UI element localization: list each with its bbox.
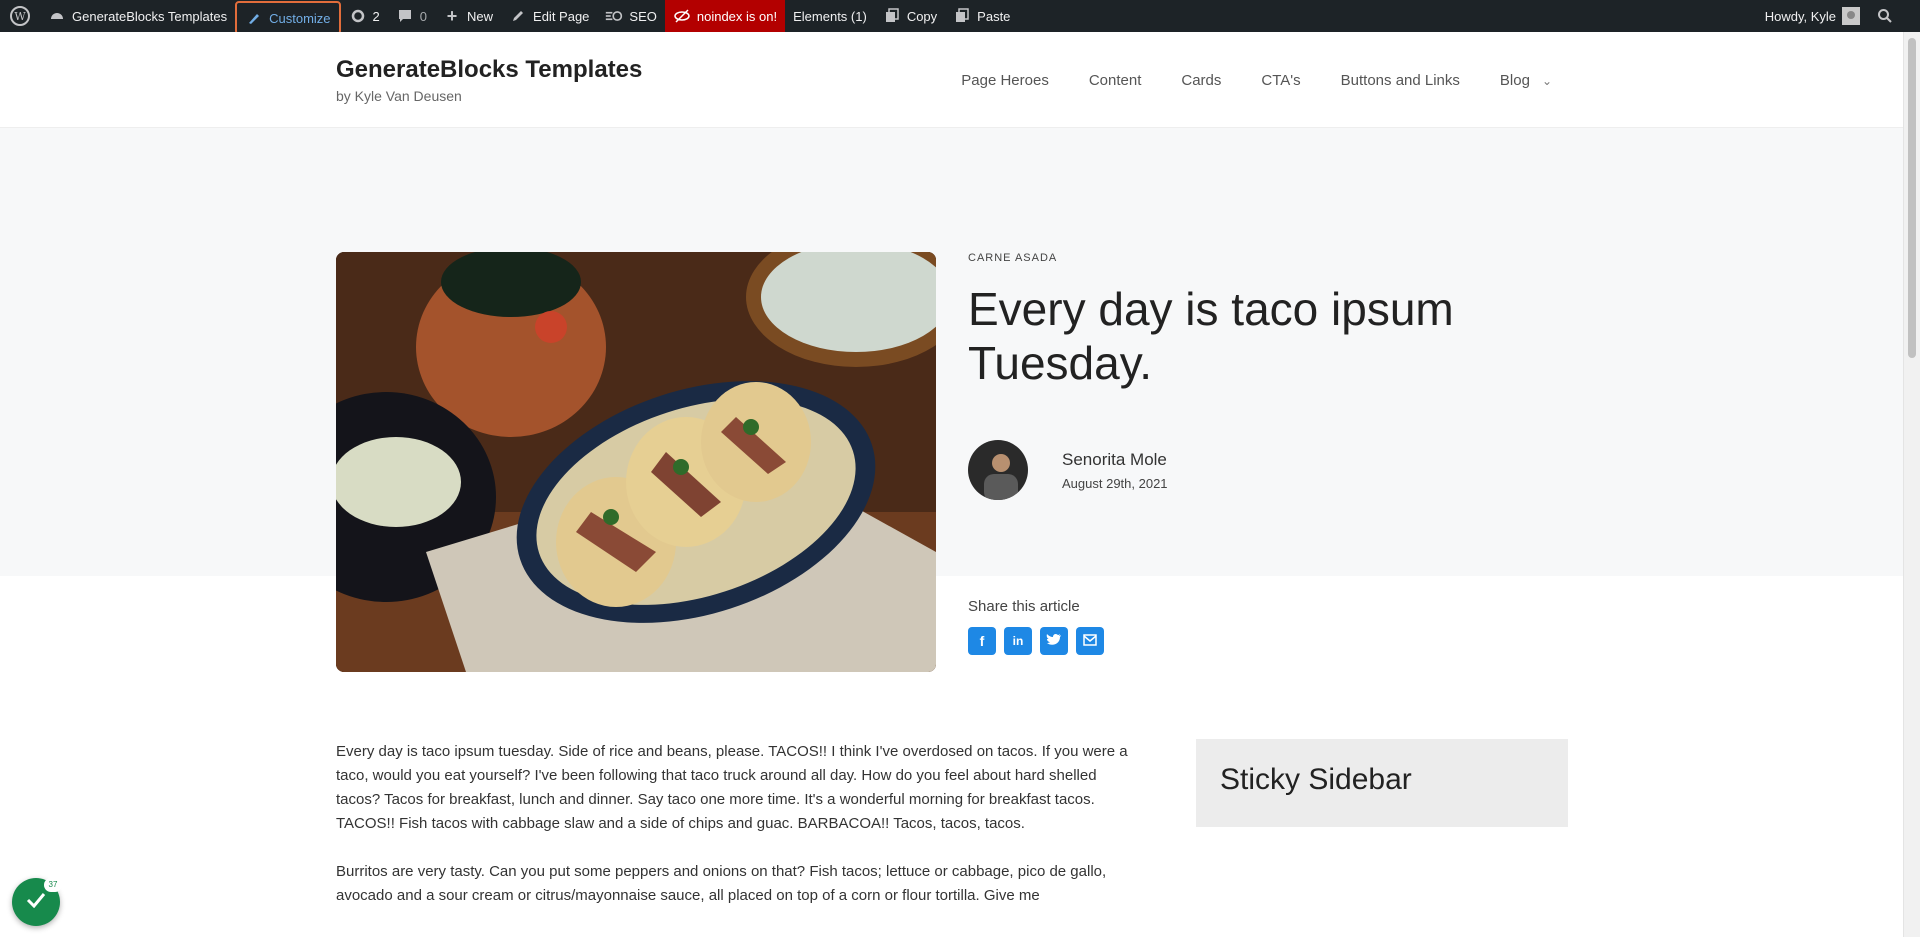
account-menu[interactable]: Howdy, Kyle <box>1757 0 1868 32</box>
paste-icon <box>953 7 971 25</box>
customize-button[interactable]: Customize <box>235 1 341 35</box>
edit-page-label: Edit Page <box>533 8 590 24</box>
linkedin-share-button[interactable]: in <box>1004 627 1032 655</box>
share-label: Share this article <box>968 598 1080 615</box>
copy-icon <box>883 7 901 25</box>
content-paragraph: Every day is taco ipsum tuesday. Side of… <box>336 743 1128 832</box>
author-info: Senorita Mole August 29th, 2021 <box>1062 450 1168 491</box>
site-tagline: by Kyle Van Deusen <box>336 88 462 104</box>
scrollbar-thumb[interactable] <box>1908 38 1916 358</box>
elements-label: Elements (1) <box>793 8 867 24</box>
dashboard-icon <box>48 7 66 25</box>
user-avatar <box>1842 7 1860 25</box>
customize-label: Customize <box>269 10 331 26</box>
post-meta: CARNE ASADA Every day is taco ipsum Tues… <box>968 252 1528 500</box>
site-name-menu[interactable]: GenerateBlocks Templates <box>40 0 235 32</box>
checkmark-icon <box>26 892 46 913</box>
paste-label: Paste <box>977 8 1011 24</box>
wordpress-logo-icon[interactable]: W <box>0 0 40 32</box>
share-icons: f in <box>968 627 1104 655</box>
nav-item-content[interactable]: Content <box>1089 72 1142 89</box>
author-avatar <box>968 440 1028 500</box>
twitter-share-button[interactable] <box>1040 627 1068 655</box>
noindex-warning[interactable]: noindex is on! <box>664 0 786 32</box>
site-header: GenerateBlocks Templates by Kyle Van Deu… <box>0 32 1904 128</box>
copy-label: Copy <box>906 8 938 24</box>
sidebar-title: Sticky Sidebar <box>1220 763 1412 796</box>
site-name-label: GenerateBlocks Templates <box>72 8 228 24</box>
content-paragraph: Burritos are very tasty. Can you put som… <box>336 863 1107 904</box>
comments-count: 0 <box>419 8 428 24</box>
seo-label: SEO <box>629 8 657 24</box>
post-category[interactable]: CARNE ASADA <box>968 252 1528 264</box>
admin-bar-right: Howdy, Kyle <box>1757 0 1920 32</box>
nav-item-blog[interactable]: Blog ⌄ <box>1500 72 1552 89</box>
post-title: Every day is taco ipsum Tuesday. <box>968 283 1454 389</box>
paste-button[interactable]: Paste <box>945 0 1018 32</box>
search-icon <box>1876 7 1894 25</box>
linkedin-icon: in <box>1012 634 1024 648</box>
author-name[interactable]: Senorita Mole <box>1062 450 1168 470</box>
nav-item-cards[interactable]: Cards <box>1181 72 1221 89</box>
comment-icon <box>396 7 414 25</box>
updates-count: 2 <box>372 8 380 24</box>
svg-text:W: W <box>14 10 26 23</box>
site-title[interactable]: GenerateBlocks Templates <box>336 56 642 84</box>
elements-button[interactable]: Elements (1) <box>785 0 875 32</box>
hidden-eye-icon <box>673 7 691 25</box>
twitter-icon <box>1046 633 1062 650</box>
post-date: August 29th, 2021 <box>1062 475 1168 491</box>
comments-button[interactable]: 0 <box>388 0 435 32</box>
updates-button[interactable]: 2 <box>341 0 388 32</box>
seo-button[interactable]: SEO <box>597 0 664 32</box>
updates-icon <box>349 7 367 25</box>
noindex-label: noindex is on! <box>696 8 778 24</box>
facebook-icon: f <box>979 633 985 649</box>
admin-search-button[interactable] <box>1868 0 1920 32</box>
email-share-button[interactable] <box>1076 627 1104 655</box>
nav-item-ctas[interactable]: CTA's <box>1261 72 1300 89</box>
copy-button[interactable]: Copy <box>875 0 945 32</box>
chevron-down-icon: ⌄ <box>1541 74 1552 88</box>
paintbrush-icon <box>245 9 263 27</box>
edit-page-button[interactable]: Edit Page <box>501 0 597 32</box>
email-icon <box>1083 633 1097 649</box>
pencil-icon <box>509 7 527 25</box>
howdy-label: Howdy, Kyle <box>1764 8 1836 24</box>
post-content: Every day is taco ipsum tuesday. Side of… <box>336 740 1140 932</box>
facebook-share-button[interactable]: f <box>968 627 996 655</box>
featured-image <box>336 252 936 672</box>
share-section: Share this article f in <box>968 598 1104 655</box>
nav-item-blog-label: Blog <box>1499 72 1530 89</box>
author-box: Senorita Mole August 29th, 2021 <box>968 440 1168 500</box>
plus-icon: + <box>446 5 458 26</box>
primary-navigation: Page Heroes Content Cards CTA's Buttons … <box>961 72 1552 89</box>
badge-count: 37 <box>44 878 62 892</box>
seo-icon <box>605 7 623 25</box>
site-branding: GenerateBlocks Templates by Kyle Van Deu… <box>336 56 642 104</box>
hero-background <box>0 128 1904 576</box>
nav-item-buttons-and-links[interactable]: Buttons and Links <box>1341 72 1460 89</box>
page-scrollbar[interactable] <box>1903 32 1920 937</box>
new-content-button[interactable]: + New <box>435 0 501 32</box>
new-label: New <box>467 8 494 24</box>
admin-bar: W GenerateBlocks Templates Customize 2 0… <box>0 0 1920 35</box>
nav-item-page-heroes[interactable]: Page Heroes <box>961 72 1049 89</box>
sticky-sidebar: Sticky Sidebar <box>1196 739 1568 827</box>
